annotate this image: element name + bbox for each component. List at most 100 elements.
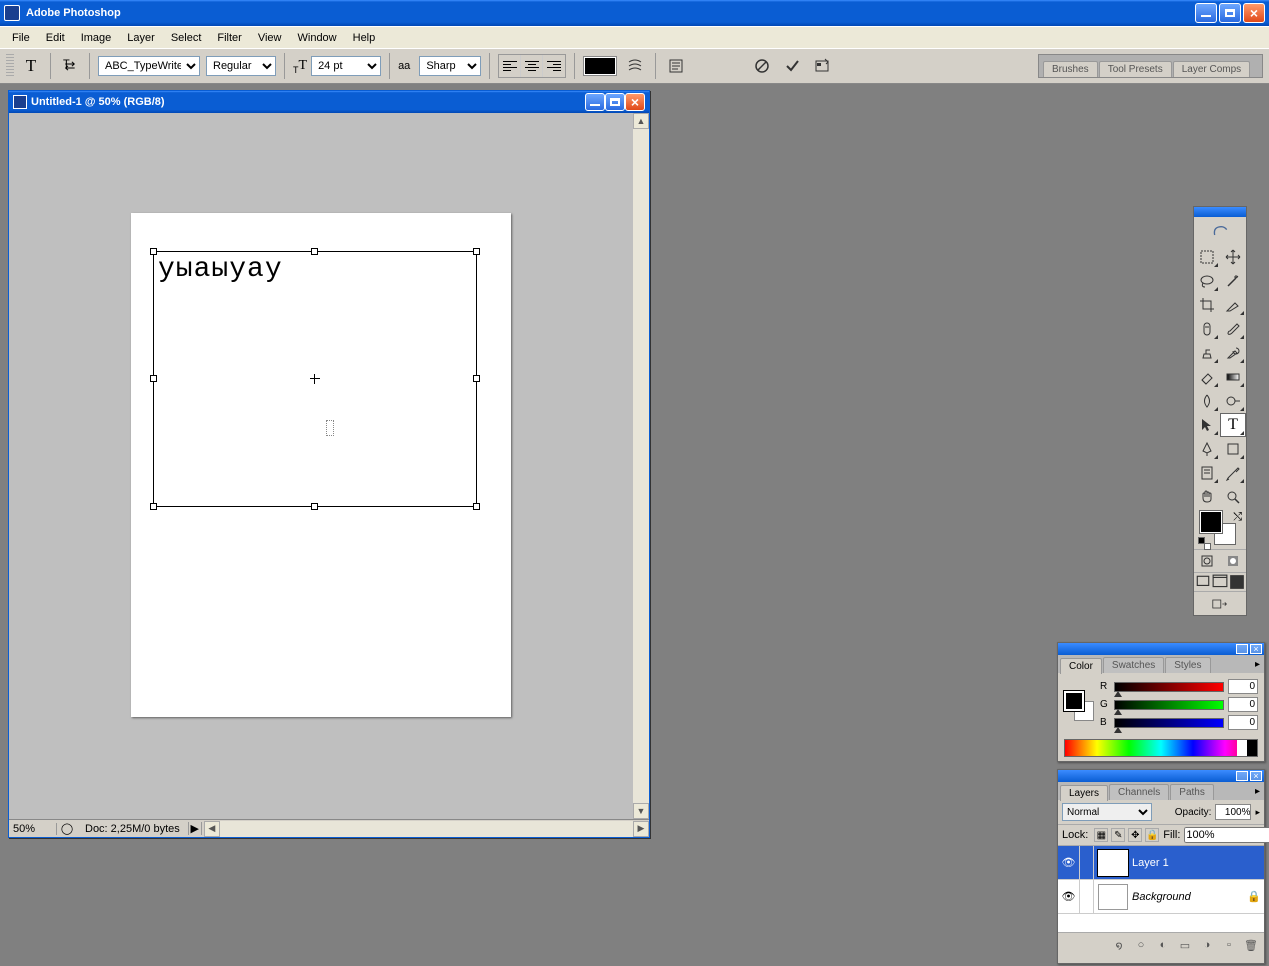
default-colors-button[interactable] <box>1198 537 1208 547</box>
blur-tool[interactable] <box>1194 389 1220 413</box>
align-center-button[interactable] <box>521 55 543 77</box>
vertical-scrollbar[interactable]: ▲ ▼ <box>633 113 649 819</box>
doc-maximize-button[interactable] <box>605 93 625 111</box>
toolbox-grip[interactable] <box>1194 207 1246 217</box>
link-toggle[interactable] <box>1080 846 1094 879</box>
scroll-left-button[interactable]: ◀ <box>204 821 220 837</box>
resize-handle-nw[interactable] <box>150 248 157 255</box>
zoom-field[interactable]: 50% <box>9 823 57 835</box>
canvas[interactable]: уыаыуау <box>131 213 511 717</box>
lasso-tool[interactable] <box>1194 269 1220 293</box>
warp-text-button[interactable] <box>623 54 647 78</box>
gradient-tool[interactable] <box>1220 365 1246 389</box>
font-size-select[interactable]: 24 pt <box>311 56 381 76</box>
tab-styles[interactable]: Styles <box>1165 657 1210 673</box>
resize-handle-ne[interactable] <box>473 248 480 255</box>
blend-mode-select[interactable]: Normal <box>1062 803 1152 821</box>
foreground-color[interactable] <box>1200 511 1222 533</box>
eyedropper-tool[interactable] <box>1220 461 1246 485</box>
character-panel-button[interactable] <box>664 54 688 78</box>
opacity-flyout[interactable]: ▸ <box>1255 807 1260 818</box>
jump-to-imageready-button[interactable] <box>1194 591 1246 615</box>
b-input[interactable] <box>1228 715 1258 730</box>
doc-close-button[interactable]: × <box>625 93 645 111</box>
well-tab-tool-presets[interactable]: Tool Presets <box>1099 61 1172 77</box>
hand-tool[interactable] <box>1194 485 1220 509</box>
menu-window[interactable]: Window <box>290 30 345 46</box>
layer-name[interactable]: Layer 1 <box>1132 857 1264 869</box>
layer-row[interactable]: Background 🔒 <box>1058 880 1264 914</box>
shape-tool[interactable] <box>1220 437 1246 461</box>
close-button[interactable]: × <box>1243 3 1265 23</box>
antialias-select[interactable]: Sharp <box>419 56 481 76</box>
resize-handle-n[interactable] <box>311 248 318 255</box>
color-fgbg[interactable] <box>1064 691 1094 721</box>
zoom-tool[interactable] <box>1220 485 1246 509</box>
quickmask-mode-button[interactable] <box>1220 550 1246 572</box>
opacity-input[interactable] <box>1215 804 1251 820</box>
eraser-tool[interactable] <box>1194 365 1220 389</box>
screen-full-menubar-button[interactable] <box>1211 573 1228 591</box>
tab-color[interactable]: Color <box>1060 658 1102 674</box>
lock-transparency-button[interactable]: ▦ <box>1094 828 1108 842</box>
pen-tool[interactable] <box>1194 437 1220 461</box>
menu-select[interactable]: Select <box>163 30 210 46</box>
menu-layer[interactable]: Layer <box>119 30 163 46</box>
r-slider[interactable] <box>1114 682 1224 692</box>
move-tool[interactable] <box>1220 245 1246 269</box>
g-input[interactable] <box>1228 697 1258 712</box>
resize-handle-w[interactable] <box>150 375 157 382</box>
horizontal-scrollbar[interactable]: ◀ ▶ <box>204 821 649 837</box>
link-layers-button[interactable]: ໑ <box>1109 936 1129 954</box>
well-tab-brushes[interactable]: Brushes <box>1043 61 1098 77</box>
menu-view[interactable]: View <box>250 30 290 46</box>
text-orientation-button[interactable]: ⇄T <box>59 55 81 77</box>
color-panel-grip[interactable]: _ × <box>1058 643 1264 655</box>
link-toggle[interactable] <box>1080 880 1094 913</box>
photoshop-logo-icon[interactable] <box>1194 217 1246 245</box>
scroll-down-button[interactable]: ▼ <box>633 803 649 819</box>
history-brush-tool[interactable] <box>1220 341 1246 365</box>
layer-row[interactable]: T Layer 1 <box>1058 846 1264 880</box>
clone-stamp-tool[interactable] <box>1194 341 1220 365</box>
magic-wand-tool[interactable] <box>1220 269 1246 293</box>
font-style-select[interactable]: Regular <box>206 56 276 76</box>
fill-input[interactable] <box>1184 827 1269 843</box>
minimize-button[interactable] <box>1195 3 1217 23</box>
layer-mask-button[interactable]: ◐ <box>1153 936 1173 954</box>
panel-close-button[interactable]: × <box>1250 644 1262 654</box>
font-family-select[interactable]: ABC_TypeWriter... <box>98 56 200 76</box>
b-slider[interactable] <box>1114 718 1224 728</box>
path-selection-tool[interactable] <box>1194 413 1220 437</box>
text-bounding-box[interactable]: уыаыуау <box>153 251 477 507</box>
visibility-toggle[interactable] <box>1058 880 1080 913</box>
resize-handle-se[interactable] <box>473 503 480 510</box>
g-slider[interactable] <box>1114 700 1224 710</box>
file-browser-button[interactable] <box>810 54 834 78</box>
adjustment-layer-button[interactable]: ◑ <box>1197 936 1217 954</box>
layers-panel-grip[interactable]: _ × <box>1058 770 1264 782</box>
panel-menu-button[interactable]: ▸ <box>1255 659 1260 670</box>
marquee-tool[interactable] <box>1194 245 1220 269</box>
tab-layers[interactable]: Layers <box>1060 785 1108 801</box>
menu-image[interactable]: Image <box>73 30 120 46</box>
delete-layer-button[interactable]: 🗑 <box>1241 936 1261 954</box>
color-ramp[interactable] <box>1064 739 1258 757</box>
tab-swatches[interactable]: Swatches <box>1103 657 1164 673</box>
grip-icon[interactable] <box>6 54 14 78</box>
type-tool[interactable]: T <box>1220 413 1246 437</box>
standard-mode-button[interactable] <box>1194 550 1220 572</box>
document-titlebar[interactable]: Untitled-1 @ 50% (RGB/8) × <box>9 91 649 113</box>
notes-tool[interactable] <box>1194 461 1220 485</box>
new-set-button[interactable]: ▭ <box>1175 936 1195 954</box>
panel-minimize-button[interactable]: _ <box>1236 644 1248 654</box>
align-right-button[interactable] <box>543 55 565 77</box>
r-input[interactable] <box>1228 679 1258 694</box>
doc-minimize-button[interactable] <box>585 93 605 111</box>
healing-brush-tool[interactable] <box>1194 317 1220 341</box>
brush-tool[interactable] <box>1220 317 1246 341</box>
menu-file[interactable]: File <box>4 30 38 46</box>
panel-menu-button[interactable]: ▸ <box>1255 786 1260 797</box>
new-layer-button[interactable]: ▫ <box>1219 936 1239 954</box>
tab-channels[interactable]: Channels <box>1109 784 1169 800</box>
